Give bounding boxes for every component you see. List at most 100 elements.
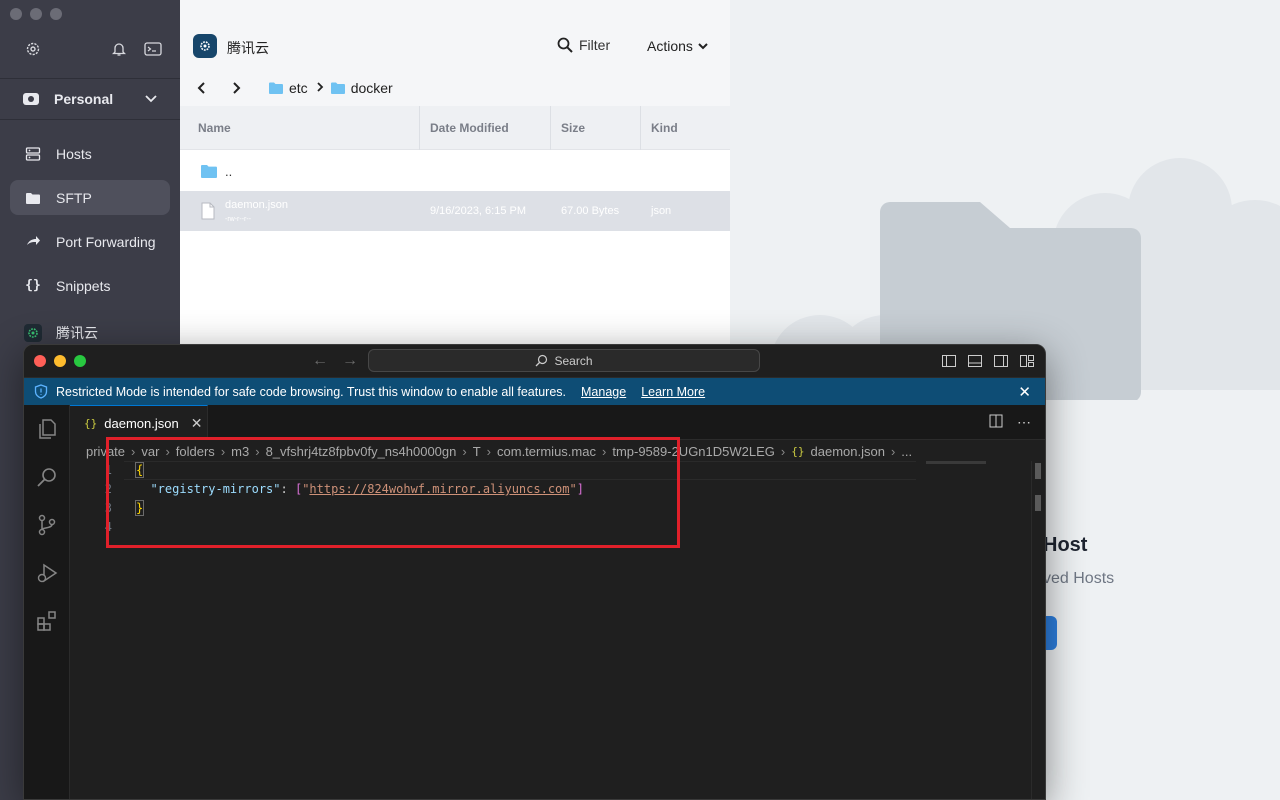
zoom-window-button[interactable]	[74, 355, 86, 367]
minimize-window-button[interactable]	[30, 8, 42, 20]
folder-icon	[200, 151, 218, 191]
column-kind[interactable]: Kind	[641, 106, 730, 150]
file-date: 9/16/2023, 6:15 PM	[430, 205, 527, 217]
sidebar-item-sftp[interactable]: SFTP	[10, 180, 170, 215]
close-icon[interactable]: ✕	[1018, 383, 1031, 401]
toggle-primary-sidebar-icon[interactable]	[941, 353, 957, 369]
vault-label: Personal	[54, 91, 114, 107]
hosts-icon	[24, 145, 42, 163]
file-icon	[201, 191, 215, 231]
minimize-window-button[interactable]	[54, 355, 66, 367]
sidebar-item-label: Port Forwarding	[56, 233, 156, 250]
vault-selector[interactable]: Personal	[0, 78, 180, 120]
chevron-right-icon	[316, 80, 324, 96]
customize-layout-icon[interactable]	[1019, 353, 1035, 369]
split-editor-icon[interactable]	[989, 414, 1003, 431]
empty-state-subtitle: ved Hosts	[1043, 570, 1115, 587]
more-actions-icon[interactable]: ⋯	[1017, 414, 1031, 431]
scroll-marker	[1035, 463, 1041, 479]
window-controls	[34, 355, 86, 367]
run-debug-icon[interactable]	[35, 561, 59, 585]
vscode-titlebar: ← → Search	[24, 345, 1045, 378]
scroll-marker	[1035, 495, 1041, 511]
file-size: 67.00 Bytes	[561, 205, 620, 217]
breadcrumb-docker[interactable]: docker	[330, 80, 393, 96]
column-name[interactable]: Name	[188, 106, 420, 150]
vscode-window: ← → Search Restricted Mode is intended f…	[23, 344, 1046, 800]
sidebar-item-port-forwarding[interactable]: Port Forwarding	[10, 224, 170, 259]
source-control-icon[interactable]	[35, 513, 59, 537]
zoom-window-button[interactable]	[50, 8, 62, 20]
chevron-down-icon	[142, 90, 160, 108]
search-label: Search	[554, 353, 593, 368]
table-row[interactable]: daemon.json -rw-r--r-- 9/16/2023, 6:15 P…	[180, 191, 730, 231]
folder-icon	[269, 82, 283, 94]
breadcrumb-more[interactable]: ...	[901, 444, 912, 459]
arrow-right-icon[interactable]: →	[342, 352, 358, 370]
editor-tabs: {} daemon.json ✕ ⋯	[70, 405, 1045, 440]
sidebar-toolbar	[24, 40, 162, 58]
extensions-icon[interactable]	[35, 609, 59, 633]
close-icon[interactable]: ✕	[191, 415, 203, 432]
vault-icon	[22, 90, 40, 108]
search-icon[interactable]	[35, 465, 59, 489]
back-button[interactable]	[196, 81, 232, 95]
filter-button[interactable]: Filter	[557, 37, 610, 53]
sidebar-item-label: SFTP	[56, 189, 92, 206]
learn-more-link[interactable]: Learn More	[641, 385, 705, 399]
sidebar-item-hosts[interactable]: Hosts	[10, 136, 170, 171]
tab-label: daemon.json	[104, 415, 179, 431]
toggle-secondary-sidebar-icon[interactable]	[993, 353, 1009, 369]
banner-message: Restricted Mode is intended for safe cod…	[56, 384, 566, 399]
gear-icon[interactable]	[24, 40, 42, 58]
filter-label: Filter	[579, 37, 611, 53]
port-forward-icon	[24, 233, 42, 251]
host-title: 腾讯云	[227, 40, 269, 56]
file-table-header: Name Date Modified Size Kind	[180, 106, 730, 150]
path-navigation: etc docker	[196, 80, 399, 96]
snippets-icon: {}	[25, 278, 41, 293]
shield-icon	[34, 384, 48, 399]
window-controls	[10, 8, 62, 20]
minimap[interactable]	[926, 461, 986, 464]
manage-link[interactable]: Manage	[581, 385, 626, 399]
json-file-icon: {}	[791, 444, 805, 458]
actions-menu[interactable]: Actions	[647, 38, 709, 54]
chevron-down-icon	[698, 43, 708, 50]
folder-icon	[24, 189, 42, 207]
sidebar-item-label: Snippets	[56, 277, 111, 294]
column-date-modified[interactable]: Date Modified	[420, 106, 551, 150]
sidebar-item-label: Hosts	[56, 145, 92, 162]
sidebar-item-snippets[interactable]: {} Snippets	[10, 268, 170, 303]
history-navigation: ← →	[312, 352, 358, 370]
editor-scrollbar[interactable]	[1031, 461, 1045, 799]
toggle-panel-icon[interactable]	[967, 353, 983, 369]
terminal-icon[interactable]	[144, 40, 162, 58]
arrow-left-icon[interactable]: ←	[312, 352, 328, 370]
bell-icon[interactable]	[110, 40, 128, 58]
tab-daemon-json[interactable]: {} daemon.json ✕	[70, 405, 208, 440]
host-icon	[193, 34, 217, 58]
breadcrumb-etc[interactable]: etc	[268, 80, 308, 96]
close-window-button[interactable]	[34, 355, 46, 367]
file-kind: json	[651, 205, 672, 217]
breadcrumb-file[interactable]: daemon.json	[811, 444, 885, 459]
file-permissions: -rw-r--r--	[225, 215, 252, 223]
forward-button[interactable]	[232, 81, 268, 95]
sftp-header: 腾讯云 Filter Actions etc docker	[180, 0, 730, 106]
close-window-button[interactable]	[10, 8, 22, 20]
layout-controls	[941, 353, 1035, 369]
actions-label: Actions	[647, 38, 693, 54]
host-icon	[24, 323, 42, 342]
column-size[interactable]: Size	[551, 106, 641, 150]
json-file-icon: {}	[84, 416, 98, 430]
explorer-icon[interactable]	[35, 417, 59, 441]
activity-bar	[24, 405, 70, 799]
search-icon	[557, 37, 573, 53]
chevron-right-icon	[233, 82, 241, 94]
empty-state-title: Host	[1043, 534, 1088, 556]
sidebar-item-label: 腾讯云	[56, 324, 98, 341]
command-center-search[interactable]: Search	[368, 349, 760, 372]
breadcrumb-label: docker	[350, 80, 393, 96]
breadcrumb-label: etc	[289, 80, 308, 96]
